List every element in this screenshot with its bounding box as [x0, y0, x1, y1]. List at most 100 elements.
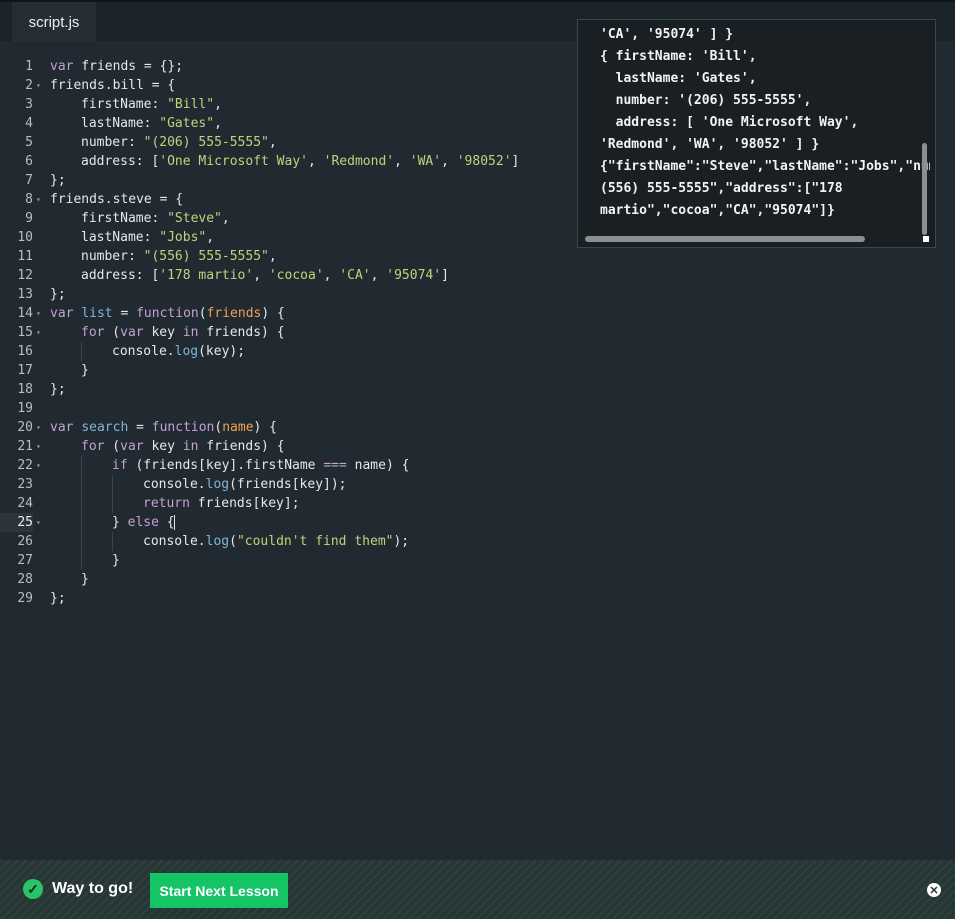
line-number: 9: [25, 211, 33, 226]
code-text: firstName: "Bill",: [81, 97, 222, 112]
indent-guide: [81, 342, 82, 361]
line-number: 8: [25, 192, 33, 207]
line-number: 28: [17, 572, 33, 587]
tab-script-js[interactable]: script.js: [12, 2, 96, 42]
line-number: 16: [17, 344, 33, 359]
indent-guide: [81, 513, 82, 532]
code-text: }: [81, 572, 89, 587]
code-text: for (var key in friends) {: [81, 325, 285, 340]
code-line[interactable]: 22 ▾ if (friends[key].firstName === name) …: [0, 456, 955, 475]
code-text: var search = function(name) {: [50, 420, 278, 435]
line-number: 11: [17, 249, 33, 264]
console-output-panel[interactable]: 'CA', '95074' ] } { firstName: 'Bill', l…: [577, 19, 936, 248]
code-text: var friends = {};: [50, 59, 184, 74]
code-text: console.log("couldn't find them");: [143, 534, 410, 549]
lesson-footer: ✓ Way to go! Start Next Lesson ✕: [0, 860, 955, 919]
code-line[interactable]: 21 ▾ for (var key in friends) {: [0, 437, 955, 456]
indent-guide: [112, 494, 113, 513]
code-text: if (friends[key].firstName === name) {: [112, 458, 410, 473]
console-output-text: 'CA', '95074' ] } { firstName: 'Bill', l…: [600, 27, 930, 218]
code-text: var list = function(friends) {: [50, 306, 285, 321]
line-number: 13: [17, 287, 33, 302]
check-icon: ✓: [23, 879, 43, 899]
fold-arrow-icon[interactable]: ▾: [36, 513, 44, 532]
fold-arrow-icon[interactable]: ▾: [36, 456, 44, 475]
code-line[interactable]: 17}: [0, 361, 955, 380]
code-text: friends.steve = {: [50, 192, 184, 207]
code-line[interactable]: 15 ▾ for (var key in friends) {: [0, 323, 955, 342]
fold-arrow-icon[interactable]: ▾: [36, 418, 44, 437]
code-text: friends.bill = {: [50, 78, 176, 93]
code-line[interactable]: 18};: [0, 380, 955, 399]
line-number: 20: [17, 420, 33, 435]
fold-arrow-icon[interactable]: ▾: [36, 437, 44, 456]
line-number: 7: [25, 173, 33, 188]
indent-guide: [81, 551, 82, 570]
indent-guide: [112, 475, 113, 494]
code-line[interactable]: 20 ▾ var search = function(name) {: [0, 418, 955, 437]
start-next-lesson-button[interactable]: Start Next Lesson: [150, 873, 288, 908]
line-number: 4: [25, 116, 33, 131]
line-number: 1: [25, 59, 33, 74]
close-icon[interactable]: ✕: [927, 883, 941, 897]
indent-guide: [81, 494, 82, 513]
code-text: };: [50, 591, 66, 606]
code-text: };: [50, 382, 66, 397]
fold-arrow-icon[interactable]: ▾: [36, 190, 44, 209]
line-number: 18: [17, 382, 33, 397]
indent-guide: [112, 532, 113, 551]
fold-arrow-icon[interactable]: ▾: [36, 304, 44, 323]
code-line[interactable]: 28}: [0, 570, 955, 589]
code-text: } else {: [112, 515, 175, 530]
code-text: console.log(key);: [112, 344, 246, 359]
line-number: 2: [25, 78, 33, 93]
line-number: 29: [17, 591, 33, 606]
code-line[interactable]: 19: [0, 399, 955, 418]
code-text: console.log(friends[key]);: [143, 477, 347, 492]
code-line[interactable]: 13};: [0, 285, 955, 304]
code-line[interactable]: 25 ▾ } else {: [0, 513, 955, 532]
code-line[interactable]: 16 console.log(key);: [0, 342, 955, 361]
console-horizontal-scrollbar[interactable]: [585, 236, 865, 242]
code-text: lastName: "Gates",: [81, 116, 222, 131]
fold-arrow-icon[interactable]: ▾: [36, 323, 44, 342]
line-number: 21: [17, 439, 33, 454]
code-line[interactable]: 24 return friends[key];: [0, 494, 955, 513]
code-line[interactable]: 26 console.log("couldn't find them");: [0, 532, 955, 551]
code-line[interactable]: 27}: [0, 551, 955, 570]
line-number: 3: [25, 97, 33, 112]
line-number: 6: [25, 154, 33, 169]
code-text: address: ['178 martio', 'cocoa', 'CA', '…: [81, 268, 449, 283]
code-line[interactable]: 29};: [0, 589, 955, 608]
code-line[interactable]: 11 number: "(556) 555-5555",: [0, 247, 955, 266]
code-text: firstName: "Steve",: [81, 211, 230, 226]
line-number: 14: [17, 306, 33, 321]
line-number: 10: [17, 230, 33, 245]
indent-guide: [81, 532, 82, 551]
line-number: 25: [0, 513, 33, 532]
line-number: 17: [17, 363, 33, 378]
code-line[interactable]: 14 ▾ var list = function(friends) {: [0, 304, 955, 323]
line-number: 24: [17, 496, 33, 511]
line-number: 22: [17, 458, 33, 473]
success-message: Way to go!: [52, 880, 134, 897]
code-text: };: [50, 287, 66, 302]
line-number: 15: [17, 325, 33, 340]
code-line[interactable]: 23 console.log(friends[key]);: [0, 475, 955, 494]
code-text: for (var key in friends) {: [81, 439, 285, 454]
fold-arrow-icon[interactable]: ▾: [36, 76, 44, 95]
code-text: }: [81, 363, 89, 378]
console-vertical-scrollbar[interactable]: [922, 143, 927, 235]
line-number: 23: [17, 477, 33, 492]
line-number: 26: [17, 534, 33, 549]
code-text: number: "(556) 555-5555",: [81, 249, 277, 264]
scrollbar-corner: [923, 236, 929, 242]
line-number: 27: [17, 553, 33, 568]
code-text: number: "(206) 555-5555",: [81, 135, 277, 150]
line-number: 5: [25, 135, 33, 150]
indent-guide: [81, 456, 82, 475]
code-text: lastName: "Jobs",: [81, 230, 215, 245]
line-number: 19: [17, 401, 33, 416]
code-line[interactable]: 12 address: ['178 martio', 'cocoa', 'CA',…: [0, 266, 955, 285]
code-text: }: [112, 553, 120, 568]
